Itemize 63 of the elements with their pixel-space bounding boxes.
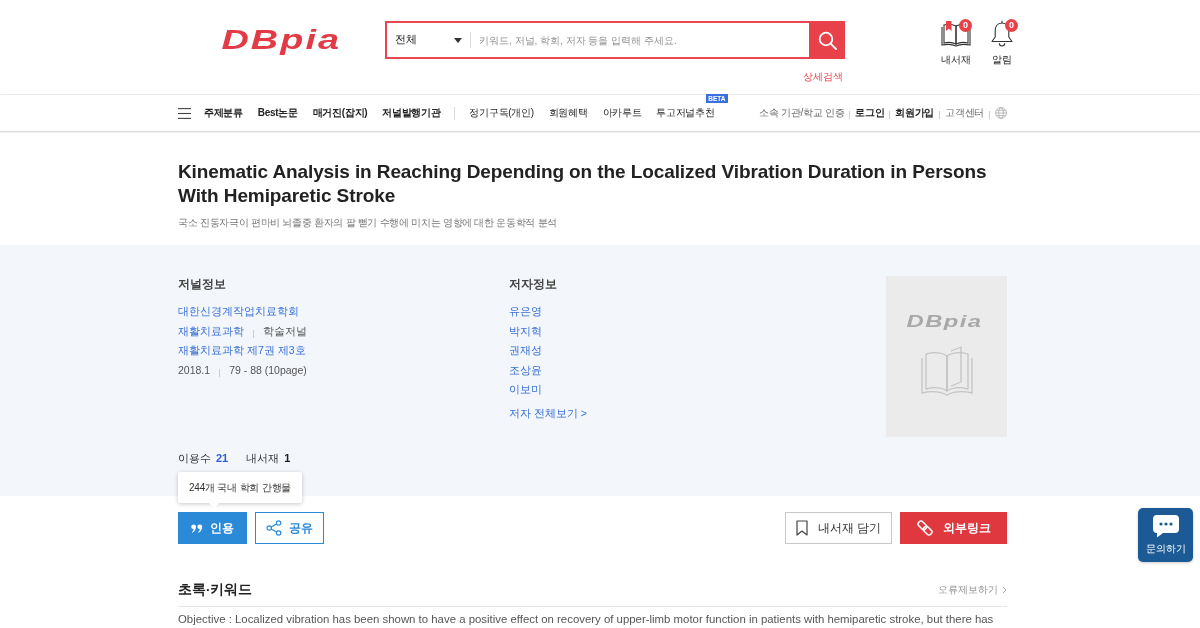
report-error-link[interactable]: 오류제보하기 <box>938 583 1007 597</box>
cover-logo: DBpia <box>905 313 984 331</box>
author-link[interactable]: 박지혁 <box>509 321 542 342</box>
stat-value: 1 <box>284 451 291 466</box>
scope-dropdown[interactable]: 전체 <box>387 23 470 57</box>
nav-link[interactable]: 아카루트 <box>602 106 642 120</box>
stat-value: 21 <box>216 451 229 466</box>
journal-detail: 79 - 88 (10page) <box>229 362 307 378</box>
author-link[interactable]: 이보미 <box>509 380 542 400</box>
search-button[interactable] <box>809 21 845 59</box>
author-link[interactable]: 조상윤 <box>509 360 542 381</box>
account-link[interactable]: 회원가입 <box>895 106 935 120</box>
stat-label: 이용수 <box>178 451 211 466</box>
book-icon <box>941 20 971 47</box>
account-link[interactable]: 소속 기관/학교 인증 <box>759 106 845 120</box>
save-to-library-button[interactable]: 내서재 담기 <box>784 512 892 544</box>
article-subtitle: 국소 진동자극이 편마비 뇌졸중 환자의 팔 뻗기 수행에 미치는 영향에 대한 운동학적 분석 <box>178 216 558 230</box>
journal-link[interactable]: 재활치료과학 <box>178 321 244 342</box>
caret-icon <box>454 37 462 43</box>
nav-link[interactable]: 회원혜택 <box>548 106 588 120</box>
account-link[interactable]: 로그인 <box>855 106 885 120</box>
journal-detail: 학술저널 <box>263 323 307 339</box>
chat-bubble-icon <box>1151 514 1180 538</box>
nav-link[interactable]: 저널발행기관 <box>382 106 441 120</box>
share-icon <box>266 520 282 536</box>
external-link-button[interactable]: 외부링크 <box>900 512 1007 544</box>
menu-button[interactable] <box>178 107 191 119</box>
all-authors-link[interactable]: 저자 전체보기 > <box>509 404 587 421</box>
link-icon <box>916 520 933 536</box>
nav-link[interactable]: 정기구독(개인) <box>469 106 534 120</box>
search-box[interactable]: 전체 키워드, 저널, 학회, 저자 등을 입력해 주세요. <box>385 21 845 59</box>
section-heading: 저널정보 <box>178 276 227 292</box>
quote-icon <box>191 523 203 533</box>
chevron-right-icon <box>1002 586 1007 594</box>
chat-widget-button[interactable]: 문의하기 <box>1138 508 1193 562</box>
count-badge: 0 <box>1005 19 1018 32</box>
nav-link[interactable]: Best논문 <box>257 106 298 120</box>
bookmark-icon <box>795 520 808 536</box>
open-book-icon <box>920 346 973 396</box>
nav-link[interactable]: 주제분류 <box>204 106 243 120</box>
journal-link[interactable]: 재활치료과학 제7권 제3호 <box>178 341 306 361</box>
advanced-search-link[interactable]: 상세검색 <box>803 70 843 84</box>
cite-button[interactable]: 인용 <box>178 512 247 544</box>
stat-label: 내서재 <box>246 451 280 466</box>
menu-icon <box>178 107 191 119</box>
author-link[interactable]: 권재성 <box>509 341 542 361</box>
section-heading: 초록·키워드 <box>178 581 253 599</box>
section-heading: 저자정보 <box>509 276 558 292</box>
journal-link[interactable]: 대한신경계작업치료학회 <box>178 302 299 322</box>
journal-detail: 2018.1 <box>178 362 211 378</box>
author-link[interactable]: 유은영 <box>509 302 542 322</box>
article-title: Kinematic Analysis in Reaching Depending on the Localized Vibration Duration in Persons With Hemiparetic Stroke <box>178 160 988 208</box>
count-badge: 0 <box>959 19 972 32</box>
globe-icon <box>995 107 1007 119</box>
account-link[interactable]: 고객센터 <box>945 106 984 120</box>
bell-icon <box>990 20 1014 47</box>
library-link[interactable]: 0 내서재 <box>941 19 971 67</box>
logo[interactable]: DBpia <box>220 26 349 54</box>
nav-link[interactable]: 매거진(잡지) <box>312 106 368 120</box>
abstract-text: Objective : Localized vibration has been shown to have a positive effect on recovery of upper-limb motor function in patients with hemiparetic stroke, but there has <box>178 612 995 626</box>
share-button[interactable]: 공유 <box>255 512 324 544</box>
search-input[interactable]: 키워드, 저널, 학회, 저자 등을 입력해 주세요. <box>471 25 809 55</box>
search-icon <box>817 30 837 50</box>
